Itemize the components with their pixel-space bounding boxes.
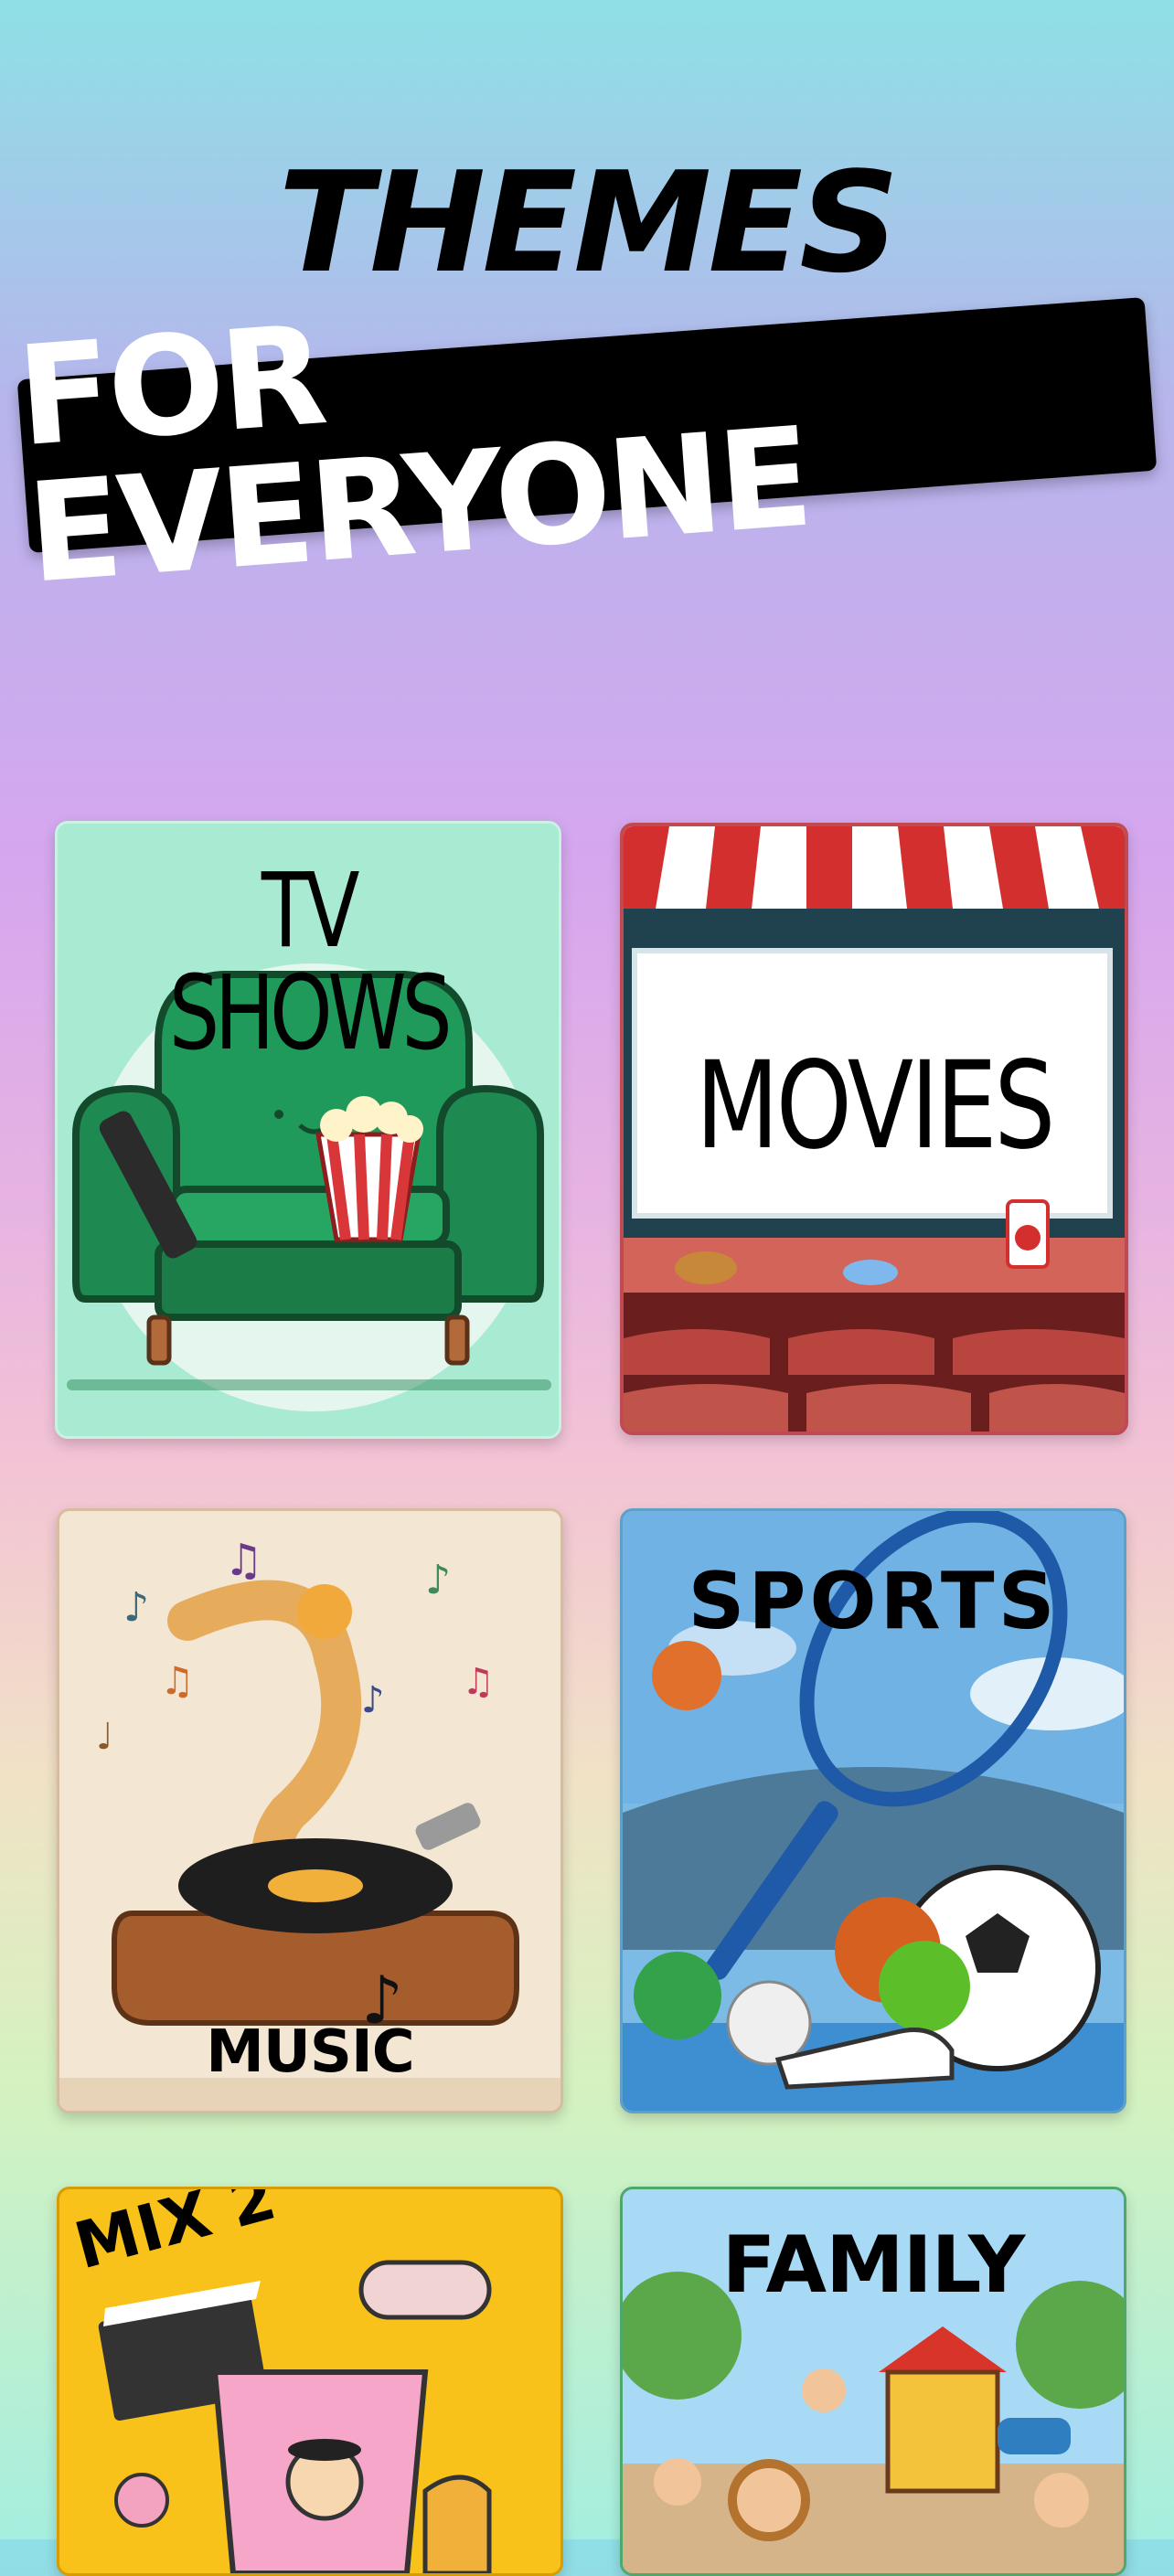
theme-label: SPORTS (688, 1556, 1059, 1647)
theme-label: MOVIES (695, 1036, 1056, 1176)
svg-text:♪: ♪ (425, 1557, 451, 1603)
svg-text:♫: ♫ (224, 1535, 263, 1586)
svg-text:♫: ♫ (160, 1658, 195, 1703)
theme-card-movies[interactable]: MOVIES (620, 823, 1128, 1435)
headline: THEMES FOR EVERYONE (0, 0, 1174, 640)
svg-text:♪: ♪ (361, 1679, 385, 1721)
svg-text:♩: ♩ (96, 1716, 113, 1758)
theme-card-family[interactable]: FAMILY (620, 2187, 1126, 2576)
theme-label: MUSIC (206, 2018, 415, 2086)
svg-text:♪: ♪ (123, 1584, 149, 1631)
svg-text:♫: ♫ (462, 1661, 495, 1703)
theme-card-sports[interactable]: SPORTS (620, 1508, 1126, 2113)
title-line-for-everyone: FOR EVERYONE (12, 296, 815, 614)
title-banner: FOR EVERYONE (13, 296, 1158, 614)
theme-label: TV SHOWS (168, 852, 453, 1073)
theme-card-mix-2[interactable]: MIX 2 (57, 2187, 563, 2576)
theme-label: FAMILY (721, 2219, 1026, 2311)
theme-card-tv-shows[interactable]: TV SHOWS (55, 821, 561, 1439)
theme-card-music[interactable]: ♪ ♫ ♪ ♫ ♩ ♪ ♫ ♪ MUSIC (57, 1508, 563, 2113)
